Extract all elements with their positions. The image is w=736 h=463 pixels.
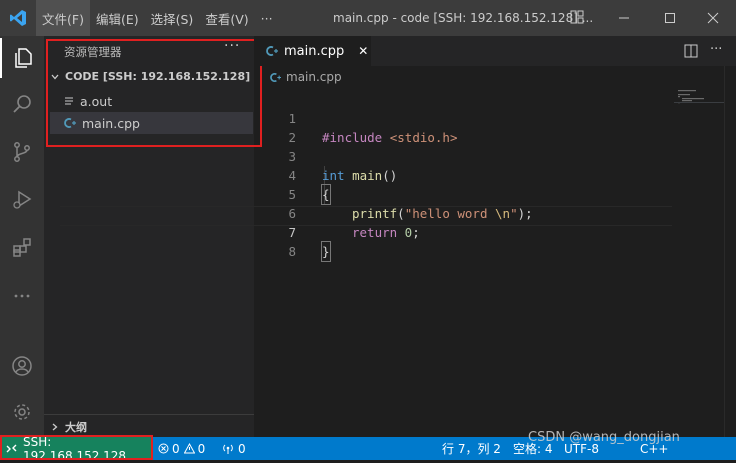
explorer-icon[interactable] [0,38,44,78]
minimap[interactable] [674,88,724,118]
menu-file[interactable]: 文件(F) [36,0,90,36]
text-file-icon [64,96,74,106]
run-debug-icon[interactable] [0,180,44,220]
line-number: 8 [288,244,296,259]
code-line: 2 [254,109,674,145]
file-item-a-out[interactable]: a.out [50,90,253,112]
cursor-position[interactable]: 行 7，列 2 [442,437,501,460]
problems-indicator[interactable]: 0 0 [158,437,205,460]
code-line: 1 #include <stdio.h> [254,90,674,145]
title-bar: 文件(F) 编辑(E) 选择(S) 查看(V) ··· main.cpp - c… [0,0,736,36]
outline-label: 大纲 [65,421,87,434]
tab-main-cpp[interactable]: main.cpp ✕ [254,36,371,66]
editor-more-actions[interactable]: ··· [710,42,722,57]
tab-close-button[interactable]: ✕ [358,44,368,58]
file-item-main-cpp[interactable]: main.cpp [50,112,253,134]
search-icon[interactable] [0,84,44,124]
watermark: CSDN @wang_dongjian [528,430,680,445]
minimize-button[interactable] [601,0,647,36]
chevron-right-icon [50,422,60,432]
code-line: 6 return 0; [254,185,674,240]
broadcast-icon [222,443,234,454]
outline-section[interactable]: 大纲 [50,419,87,435]
activity-bar [0,36,44,437]
error-count: 0 [172,441,180,456]
ports-count: 0 [238,441,246,456]
source-control-icon[interactable] [0,132,44,172]
more-views-icon[interactable] [0,276,44,316]
remote-icon [6,443,17,454]
maximize-button[interactable] [647,0,693,36]
section-divider [44,414,254,415]
explorer-sidebar: 资源管理器 ··· CODE [SSH: 192.168.152.128] a.… [44,36,254,437]
chevron-down-icon [50,72,60,82]
workspace-folder[interactable]: CODE [SSH: 192.168.152.128] [50,70,250,83]
code-line: 8 [254,223,674,259]
breadcrumb-file: main.cpp [286,70,342,84]
ports-indicator[interactable]: 0 [222,437,246,460]
menu-view[interactable]: 查看(V) [199,0,254,36]
split-editor-icon[interactable] [684,44,698,58]
explorer-title: 资源管理器 [64,45,122,59]
file-label: a.out [80,93,113,109]
menu-selection[interactable]: 选择(S) [145,0,200,36]
remote-indicator[interactable]: SSH: 192.168.152.128 [0,434,152,463]
code-line: 3 int main() [254,128,674,183]
code-line: 7 } [254,204,674,262]
vertical-scrollbar[interactable] [724,66,736,437]
cpp-file-icon [266,45,278,57]
tab-label: main.cpp [284,43,345,59]
remote-label: SSH: 192.168.152.128 [23,434,127,463]
warning-count: 0 [197,441,206,456]
file-label: main.cpp [82,115,140,131]
editor-tab-bar: main.cpp ✕ ··· [254,36,736,66]
matching-bracket: } [321,241,331,262]
close-window-button[interactable] [690,0,736,36]
vscode-logo-icon [0,0,36,36]
cpp-file-icon [270,72,281,83]
cpp-file-icon [64,117,76,129]
menu-more[interactable]: ··· [255,0,279,36]
settings-gear-icon[interactable] [0,392,44,432]
error-icon [158,443,169,454]
menu-edit[interactable]: 编辑(E) [90,0,145,36]
workspace-folder-label: CODE [SSH: 192.168.152.128] [65,70,251,83]
warning-icon [183,443,195,454]
breadcrumb[interactable]: main.cpp [270,70,342,84]
customize-layout-icon[interactable] [570,10,584,24]
account-icon[interactable] [0,346,44,386]
extensions-icon[interactable] [0,228,44,268]
explorer-more-actions[interactable]: ··· [224,38,240,54]
code-line: 4 { [254,147,674,205]
code-line: 5 printf("hello word \n"); [254,166,674,221]
window-title: main.cpp - code [SSH: 192.168.152.128] .… [333,11,594,25]
